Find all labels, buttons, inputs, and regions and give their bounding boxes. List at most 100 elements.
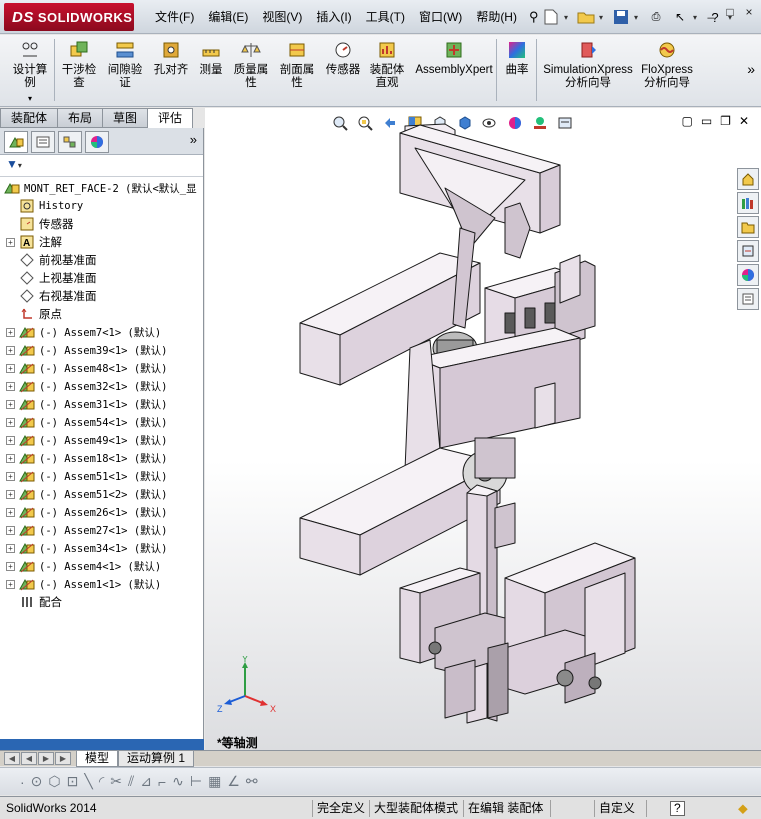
expand-icon[interactable]: + [6, 525, 15, 535]
expand-icon[interactable]: + [6, 417, 15, 427]
expand-icon[interactable]: + [6, 345, 15, 355]
hole-align-button[interactable]: 孔对齐 [150, 39, 192, 77]
expand-icon[interactable]: + [6, 327, 15, 337]
tree-item-top-plane[interactable]: 上视基准面 [0, 269, 203, 287]
print-icon[interactable]: ⎙ [645, 6, 667, 28]
assembly-model[interactable] [205, 108, 761, 748]
trim-icon[interactable]: ✂ [110, 773, 122, 790]
tree-item-component[interactable]: + (-) Assem18<1> (默认) [0, 449, 203, 467]
next-tab-icon[interactable]: ▶ [38, 752, 54, 765]
menu-tools[interactable]: 工具(T) [359, 0, 412, 34]
measure-button[interactable]: 测量 [194, 39, 228, 77]
menu-help[interactable]: 帮助(H) [469, 0, 524, 34]
status-tag-icon[interactable]: ⬥ [734, 800, 752, 817]
property-manager-tab-icon[interactable] [31, 131, 55, 153]
expand-icon[interactable]: + [6, 561, 15, 571]
sensor-button[interactable]: 传感器 [322, 39, 364, 77]
assemblyxpert-button[interactable]: AssemblyXpert [414, 39, 494, 77]
save-icon[interactable] [610, 6, 632, 28]
expand-icon[interactable]: + [6, 471, 15, 481]
menu-view[interactable]: 视图(V) [255, 0, 309, 34]
chevron-down-icon[interactable]: ▾ [28, 92, 32, 105]
expand-icon[interactable]: + [6, 237, 15, 247]
tab-model[interactable]: 模型 [76, 751, 119, 767]
grid-icon[interactable]: ▦ [208, 773, 221, 790]
design-library-icon[interactable] [737, 192, 759, 214]
status-units[interactable]: 自定义 [594, 800, 639, 817]
tab-sketch[interactable]: 草图 [103, 108, 149, 128]
interference-button[interactable]: 干涉检 查 [58, 39, 100, 90]
feature-manager-tab-icon[interactable] [4, 131, 28, 153]
solidworks-logo[interactable]: DS SOLIDWORKS [4, 3, 134, 31]
tree-item-component[interactable]: + (-) Assem27<1> (默认) [0, 521, 203, 539]
expand-icon[interactable]: + [6, 435, 15, 445]
expand-icon[interactable]: + [6, 399, 15, 409]
tab-assembly[interactable]: 装配体 [0, 108, 59, 128]
menu-window[interactable]: 窗口(W) [412, 0, 469, 34]
expand-icon[interactable]: + [6, 381, 15, 391]
first-tab-icon[interactable]: ◀ [4, 752, 20, 765]
graphics-area[interactable]: ▢ ▭ ❐ ✕ Y X Z *等轴测 [205, 108, 761, 750]
line-icon[interactable]: ╲ [84, 773, 92, 790]
tab-evaluate[interactable]: 评估 [148, 108, 194, 128]
tree-item-component[interactable]: + (-) Assem51<2> (默认) [0, 485, 203, 503]
open-folder-icon[interactable] [575, 6, 597, 28]
expand-icon[interactable]: + [6, 507, 15, 517]
menu-edit[interactable]: 编辑(E) [201, 0, 255, 34]
tree-item-component[interactable]: + (-) Assem26<1> (默认) [0, 503, 203, 521]
tree-item-sensors[interactable]: 传感器 [0, 215, 203, 233]
select-icon[interactable]: ↖ [669, 6, 691, 28]
display-manager-tab-icon[interactable] [85, 131, 109, 153]
expand-icon[interactable]: + [6, 363, 15, 373]
tree-filter[interactable]: ▼▾ [0, 155, 203, 177]
view-palette-icon[interactable] [737, 240, 759, 262]
tree-item-component[interactable]: + (-) Assem49<1> (默认) [0, 431, 203, 449]
simulationxpress-button[interactable]: SimulationXpress 分析向导 [540, 39, 636, 90]
status-units-dropdown[interactable] [646, 800, 666, 817]
polygon-icon[interactable]: ⬡ [48, 773, 60, 790]
assembly-visualization-button[interactable]: 装配体 直观 [366, 39, 408, 90]
tree-item-component[interactable]: + (-) Assem32<1> (默认) [0, 377, 203, 395]
tree-item-component[interactable]: + (-) Assem4<1> (默认) [0, 557, 203, 575]
tree-item-origin[interactable]: 原点 [0, 305, 203, 323]
spline-icon[interactable]: ∿ [172, 773, 184, 790]
angle-icon[interactable]: ∠ [227, 773, 240, 790]
design-study-button[interactable]: 设计算 例 ▾ [8, 39, 52, 105]
custom-properties-icon[interactable] [737, 288, 759, 310]
tree-item-component[interactable]: + (-) Assem1<1> (默认) [0, 575, 203, 593]
tree-item-component[interactable]: + (-) Assem34<1> (默认) [0, 539, 203, 557]
tree-item-history[interactable]: History [0, 197, 203, 215]
status-help-icon[interactable]: ? [670, 801, 685, 816]
prev-tab-icon[interactable]: ◀ [21, 752, 37, 765]
point-icon[interactable]: · [20, 774, 25, 790]
tree-item-component[interactable]: + (-) Assem48<1> (默认) [0, 359, 203, 377]
maximize-icon[interactable]: □ [722, 4, 738, 20]
appearances-icon[interactable] [737, 264, 759, 286]
tree-item-component[interactable]: + (-) Assem39<1> (默认) [0, 341, 203, 359]
tree-item-component[interactable]: + (-) Assem7<1> (默认) [0, 323, 203, 341]
minimize-icon[interactable]: _ [703, 4, 719, 20]
filter-dropdown-icon[interactable]: ▾ [18, 161, 22, 170]
tree-root[interactable]: MONT_RET_FACE-2 (默认<默认_显 [0, 179, 203, 197]
tree-item-component[interactable]: + (-) Assem31<1> (默认) [0, 395, 203, 413]
panel-more-icon[interactable]: » [190, 132, 197, 147]
expand-icon[interactable]: + [6, 543, 15, 553]
tree-item-annotations[interactable]: + A 注解 [0, 233, 203, 251]
tree-item-component[interactable]: + (-) Assem54<1> (默认) [0, 413, 203, 431]
tab-layout[interactable]: 布局 [58, 108, 104, 128]
clearance-button[interactable]: 间隙验 证 [104, 39, 146, 90]
file-explorer-icon[interactable] [737, 216, 759, 238]
mass-props-button[interactable]: 质量属 性 [230, 39, 272, 90]
new-document-icon[interactable] [540, 6, 562, 28]
tree-item-mates[interactable]: 配合 [0, 593, 203, 611]
expand-icon[interactable]: + [6, 579, 15, 589]
floxpress-button[interactable]: FloXpress 分析向导 [638, 39, 696, 90]
open-dropdown-icon[interactable]: ▾ [599, 13, 608, 22]
tree-item-front-plane[interactable]: 前视基准面 [0, 251, 203, 269]
expand-icon[interactable]: + [6, 489, 15, 499]
arc-icon[interactable]: ◜ [99, 773, 104, 790]
curvature-button[interactable]: 曲率 [500, 39, 534, 77]
section-props-button[interactable]: 剖面属 性 [276, 39, 318, 90]
filter-icon[interactable]: ▼ [6, 157, 18, 171]
home-icon[interactable] [737, 168, 759, 190]
